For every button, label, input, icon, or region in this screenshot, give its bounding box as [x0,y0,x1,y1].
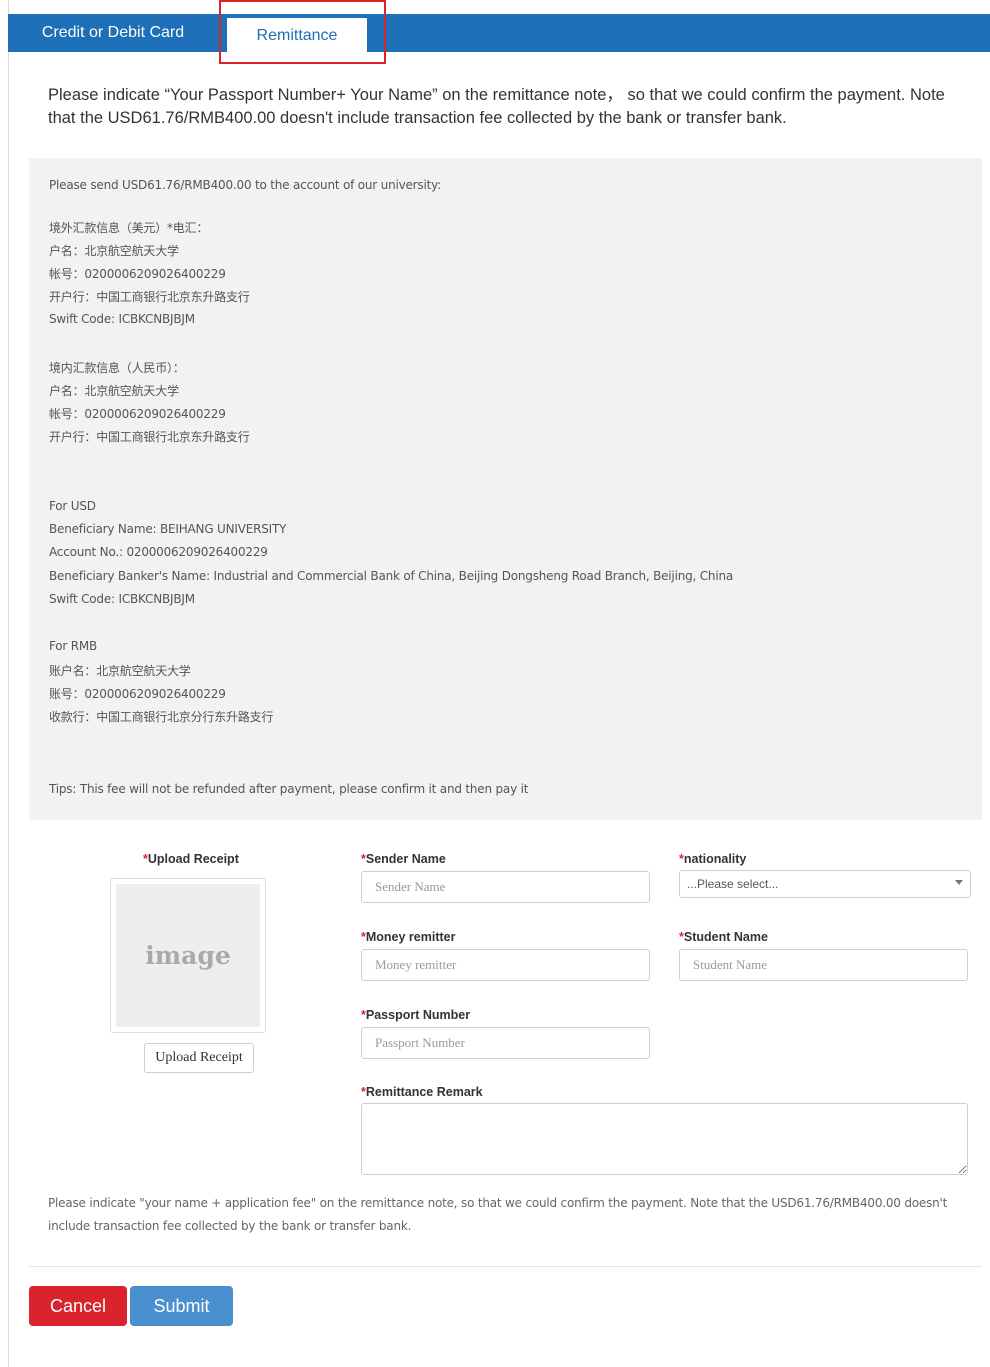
tab-credit-or-debit-card[interactable]: Credit or Debit Card [8,14,218,52]
account-info-line: Swift Code: ICBKCNBJBJM [49,592,195,606]
account-info-line: 账号：0200006209026400229 [49,687,226,701]
account-info-line: 户名：北京航空航天大学 [49,384,179,398]
submit-button[interactable]: Submit [130,1286,233,1326]
account-info-line: 境外汇款信息（美元）*电汇： [49,221,209,235]
upload-receipt-label: *Upload Receipt [143,852,239,866]
account-info-line: 户名：北京航空航天大学 [49,244,179,258]
money-remitter-input[interactable] [361,949,650,981]
image-placeholder: image [116,884,260,1027]
account-info-line: Beneficiary Name: BEIHANG UNIVERSITY [49,522,287,536]
account-info-line: 境内汇款信息（人民币）： [49,361,185,375]
money-remitter-label: *Money remitter [361,930,456,944]
account-info-line: 帐号：0200006209026400229 [49,267,226,281]
nationality-label: *nationality [679,852,747,866]
account-info-line: 帐号：0200006209026400229 [49,407,226,421]
tips-text: Tips: This fee will not be refunded afte… [49,782,529,796]
account-info-line: 开户行：中国工商银行北京东升路支行 [49,430,250,444]
sender-name-label: *Sender Name [361,852,446,866]
account-info-line: Please send USD61.76/RMB400.00 to the ac… [49,178,441,192]
account-info-line: Swift Code: ICBKCNBJBJM [49,312,195,326]
account-info-line: 开户行：中国工商银行北京东升路支行 [49,290,250,304]
chevron-down-icon [955,880,963,885]
footer-note: Please indicate "your name + application… [48,1196,948,1233]
account-info-line: For RMB [49,639,98,653]
account-info-line: Beneficiary Banker's Name: Industrial an… [49,569,734,583]
remittance-instructions: Please indicate “Your Passport Number+ Y… [48,86,945,127]
nationality-selected-value: ...Please select... [687,877,779,891]
account-info-line: For USD [49,499,96,513]
account-info-line: 收款行：中国工商银行北京分行东升路支行 [49,710,274,724]
remittance-remark-textarea[interactable] [361,1103,968,1175]
cancel-button[interactable]: Cancel [29,1286,127,1326]
account-info-panel: Please send USD61.76/RMB400.00 to the ac… [29,158,982,820]
remittance-remark-label: *Remittance Remark [361,1085,483,1099]
tab-remittance[interactable]: Remittance [227,18,367,54]
passport-number-input[interactable] [361,1027,650,1059]
student-name-input[interactable] [679,949,968,981]
nationality-select[interactable]: ...Please select... [679,870,971,898]
divider [29,1266,982,1267]
passport-number-label: *Passport Number [361,1008,471,1022]
student-name-label: *Student Name [679,930,768,944]
account-info-line: Account No.: 0200006209026400229 [49,545,268,559]
sender-name-input[interactable] [361,871,650,903]
account-info-line: 账户名：北京航空航天大学 [49,664,191,678]
receipt-image-preview: image [110,878,266,1033]
upload-receipt-button[interactable]: Upload Receipt [144,1043,254,1073]
